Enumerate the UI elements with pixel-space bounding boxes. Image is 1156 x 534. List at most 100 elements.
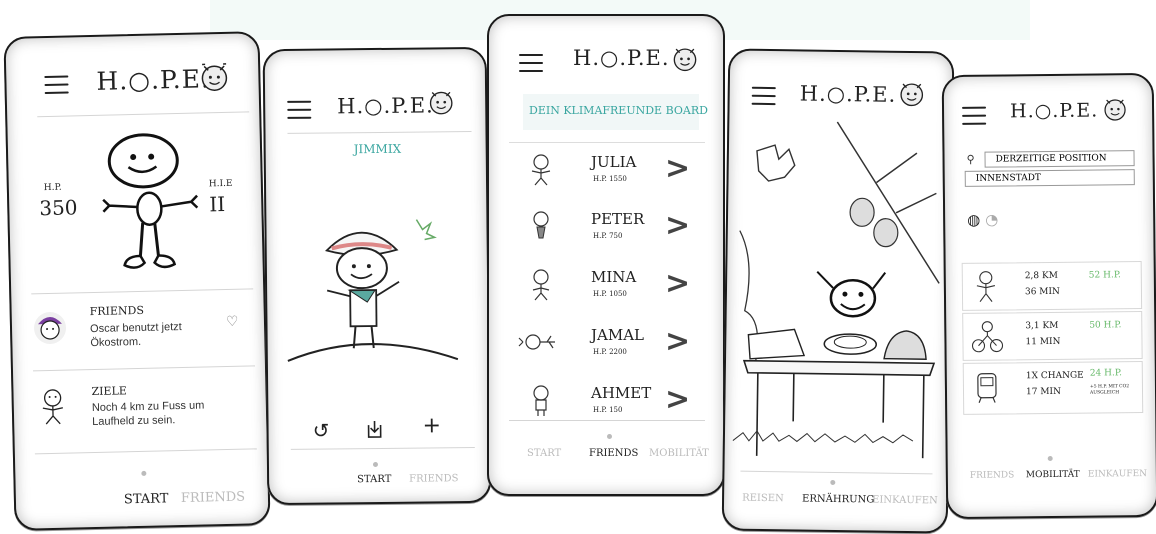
tab-einkaufen[interactable]: EINKAUFEN [1088,469,1147,480]
friend-hp: H.P. 150 [593,406,623,414]
app-logo: H.○.P.E. [96,64,211,96]
menu-icon[interactable] [962,106,987,125]
screen-jimmix: H.○.P.E. JIMMIX ↺ + START FRIENDS [262,46,492,506]
tab-mobilitaet[interactable]: MOBILITÄT [649,448,709,459]
friend-row-mina[interactable]: MINA H.P. 1050 > [509,258,705,316]
hi-value: II [209,191,226,217]
ziele-text: Noch 4 km zu Fuss um Laufheld zu sein. [91,399,205,429]
trip-card-bike[interactable]: 3,1 KM 11 MIN 50 H.P. [962,311,1143,361]
chevron-right-icon[interactable]: > [665,208,690,243]
position-label: DERZEITIGE POSITION [984,150,1135,168]
bike-character-icon [971,321,1004,353]
active-tab-dot [372,462,379,468]
clock-icon[interactable]: ◔ [985,211,998,229]
trip-time: 36 MIN [1024,286,1060,298]
tab-friends[interactable]: FRIENDS [181,490,245,506]
friend-name: PETER [591,210,645,228]
trip-hp: 24 H.P. [1089,368,1122,379]
active-tab-dot [141,470,147,476]
menu-icon[interactable] [751,86,776,106]
add-icon[interactable]: + [422,413,441,438]
hp-label: H.P. [43,182,62,194]
trip-distance: 2,8 KM [1024,270,1058,282]
tab-einkaufen[interactable]: EINKAUFEN [872,494,938,506]
tab-start[interactable]: START [124,491,169,507]
tab-mobilitaet[interactable]: MOBILITÄT [1026,470,1080,481]
friend-character-icon [531,154,551,186]
friend-row-julia[interactable]: JULIA H.P. 1550 > [509,142,705,201]
tab-ernaehrung[interactable]: ERNÄHRUNG [802,494,874,506]
tab-friends[interactable]: FRIENDS [409,473,458,485]
active-tab-dot [830,479,836,485]
trip-card-walk[interactable]: 2,8 KM 36 MIN 52 H.P. [961,261,1143,311]
character-illustration [102,133,199,269]
trip-note: +5 H.P. MIT CO2 AUSGLEICH [1089,384,1130,396]
tab-start[interactable]: START [357,474,391,485]
ziele-title: ZIELE [91,384,127,399]
app-logo: H.○.P.E. [1009,99,1099,123]
avatar-icon[interactable] [425,85,457,117]
friend-name: JAMAL [591,326,644,344]
app-logo: H.○.P.E. [337,93,434,119]
friend-character-icon [533,211,549,239]
screen-start: H.○.P.E. H.P. 350 H.I.E II FRIENDS Oscar… [3,31,271,531]
friend-avatar-icon [34,311,67,344]
menu-icon[interactable] [519,54,543,72]
jimmix-character-illustration [287,219,459,362]
profile-name: JIMMIX [353,141,402,157]
trip-time: 17 MIN [1025,386,1062,398]
kitchen-scene-illustration [732,121,940,459]
globe-icon[interactable]: ◍ [967,211,980,229]
trip-distance: 3,1 KM [1025,320,1059,332]
trip-card-transit[interactable]: 1X CHANGE 17 MIN 24 H.P. +5 H.P. MIT CO2… [962,361,1144,415]
friend-name: AHMET [591,384,652,402]
menu-icon[interactable] [44,75,69,95]
undo-icon[interactable]: ↺ [312,419,329,443]
save-download-icon[interactable] [364,419,384,439]
location-pin-icon: ⚲ [966,152,975,166]
tram-icon [977,373,997,403]
board-title: DEIN KLIMAFREUNDE BOARD [529,104,708,117]
avatar-icon[interactable] [669,42,701,74]
friends-text: Oscar benutzt jetzt Ökostrom. [89,320,182,350]
tab-friends[interactable]: FRIENDS [589,448,638,459]
position-input[interactable]: INNENSTADT [964,169,1135,187]
avatar-icon[interactable] [196,58,233,95]
app-logo: H.○.P.E. [799,81,897,107]
chevron-right-icon[interactable]: > [665,151,690,186]
menu-icon[interactable] [287,100,312,119]
friend-character-icon [532,269,550,301]
heart-icon[interactable]: ♡ [226,314,239,330]
friend-name: JULIA [591,153,637,171]
trip-time: 11 MIN [1025,336,1061,348]
chevron-right-icon[interactable]: > [665,382,690,417]
screen-mobilitaet: H.○.P.E. ⚲ DERZEITIGE POSITION INNENSTAD… [941,72,1156,520]
friend-hp: H.P. 750 [593,232,623,240]
friend-hp: H.P. 2200 [593,348,627,356]
friends-title: FRIENDS [89,303,145,319]
tab-start[interactable]: START [527,448,561,459]
friend-name: MINA [591,268,637,286]
screen-ernaehrung: H.○.P.E. REISEN ERNÄHRUNG EINKAUFEN [721,48,955,534]
friend-hp: H.P. 1550 [593,175,627,183]
tab-reisen[interactable]: REISEN [742,493,784,505]
friend-row-peter[interactable]: PETER H.P. 750 > [509,200,705,258]
avatar-icon[interactable] [896,77,928,109]
trip-hp: 52 H.P. [1088,270,1121,281]
hp-value: 350 [39,195,78,221]
tab-friends[interactable]: FRIENDS [970,470,1015,480]
friend-hp: H.P. 1050 [593,290,627,298]
app-logo: H.○.P.E. [573,46,670,70]
friend-row-ahmet[interactable]: AHMET H.P. 150 > [509,374,705,432]
chevron-right-icon[interactable]: > [665,266,690,301]
chevron-right-icon[interactable]: > [665,324,690,359]
walking-character-icon [976,271,996,303]
avatar-icon[interactable] [1100,93,1130,123]
ziele-character-icon [42,389,63,425]
trip-distance: 1X CHANGE [1025,370,1084,382]
friend-character-icon [518,334,555,350]
trip-hp: 50 H.P. [1089,320,1122,331]
active-tab-dot [1047,455,1053,462]
active-tab-dot [607,434,612,439]
friend-row-jamal[interactable]: JAMAL H.P. 2200 > [509,316,705,374]
